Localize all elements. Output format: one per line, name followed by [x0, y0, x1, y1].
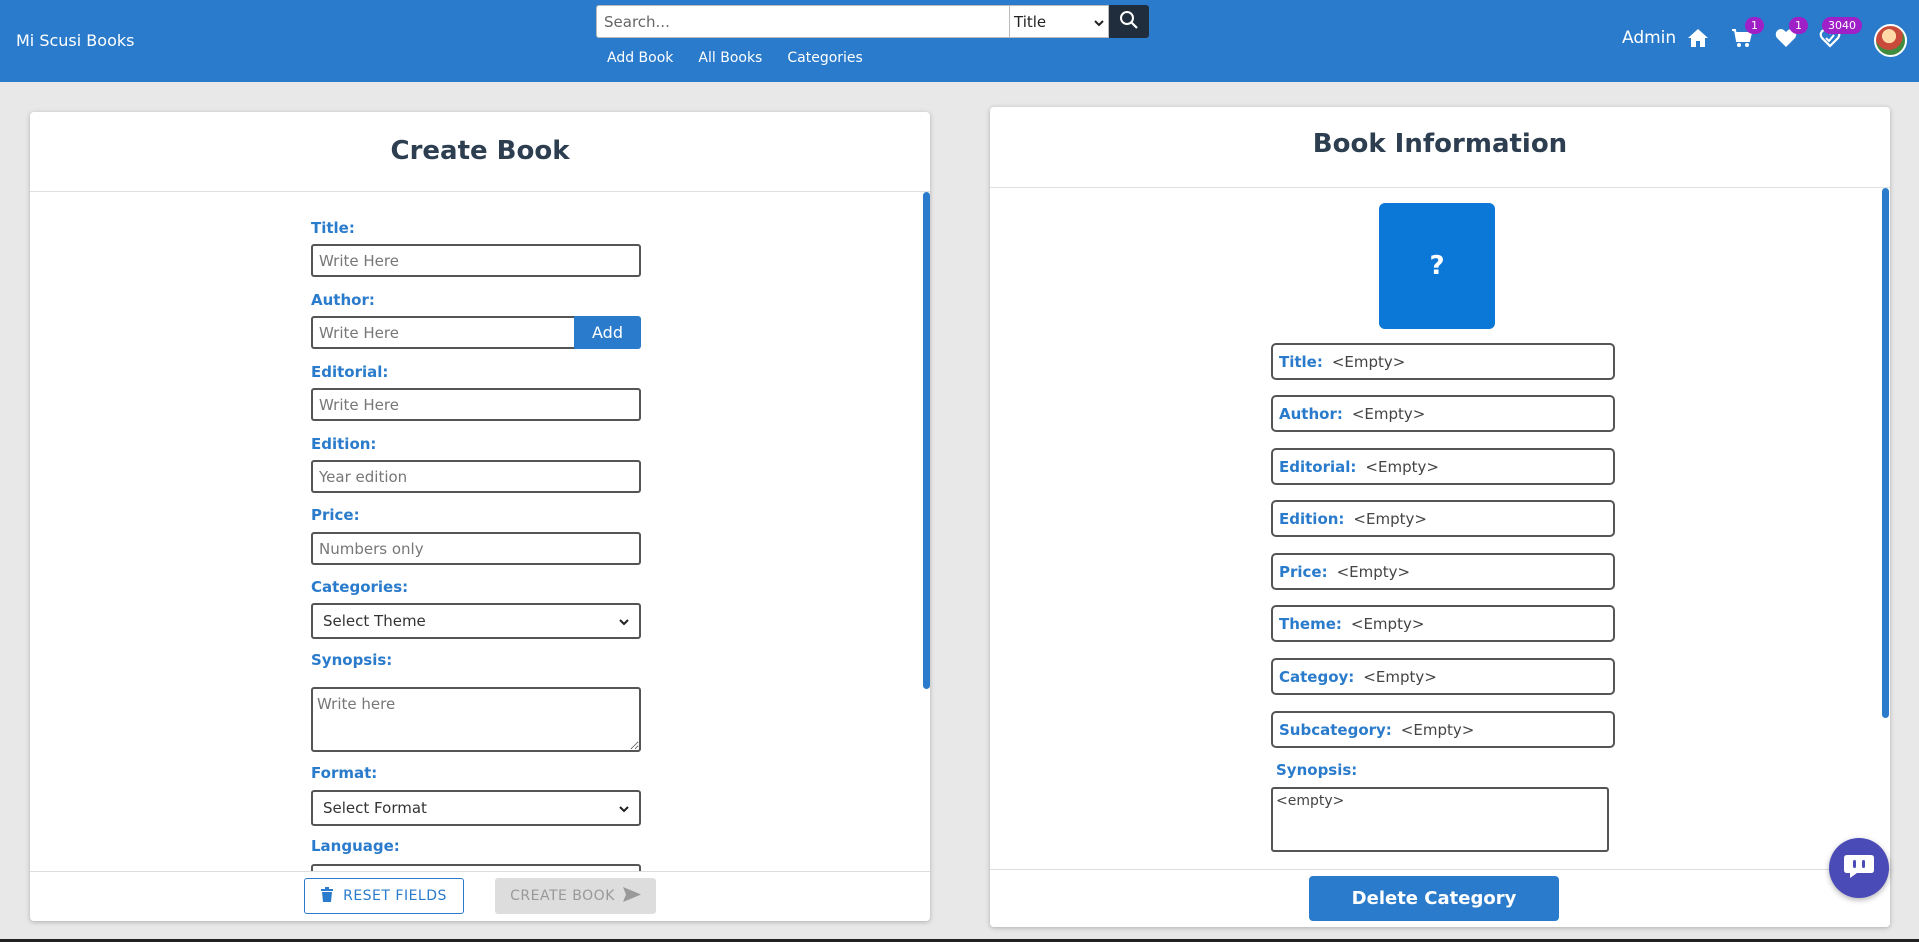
orders-badge: 3040 — [1822, 17, 1862, 34]
info-key: Subcategory: — [1279, 720, 1392, 739]
edition-input[interactable] — [311, 460, 641, 493]
chevron-down-icon — [619, 612, 629, 630]
nav-link-categories[interactable]: Categories — [787, 50, 862, 66]
price-label: Price: — [311, 506, 360, 524]
user-avatar[interactable] — [1874, 24, 1907, 57]
price-input[interactable] — [311, 532, 641, 565]
add-author-button[interactable]: Add — [574, 316, 641, 349]
info-synopsis-box: <empty> — [1271, 787, 1609, 852]
synopsis-textarea[interactable] — [311, 687, 641, 752]
info-field-subcategory: Subcategory: <Empty> — [1271, 711, 1615, 748]
book-information-card: Book Information ? Title: <Empty> Author… — [990, 107, 1890, 927]
search-bar: Title — [596, 5, 1149, 38]
home-icon[interactable] — [1686, 26, 1710, 50]
info-field-editorial: Editorial: <Empty> — [1271, 448, 1615, 485]
info-field-author: Author: <Empty> — [1271, 395, 1615, 432]
wishlist-badge: 1 — [1789, 17, 1808, 34]
nav-link-add-book[interactable]: Add Book — [607, 50, 673, 66]
language-label: Language: — [311, 837, 400, 855]
info-synopsis-label: Synopsis: — [1276, 761, 1358, 779]
title-input[interactable] — [311, 244, 641, 277]
info-key: Edition: — [1279, 509, 1345, 528]
card-divider — [990, 187, 1890, 188]
delete-category-button[interactable]: Delete Category — [1309, 876, 1559, 921]
create-book-card: Create Book Title: Author: Add Editorial… — [30, 112, 930, 921]
categories-select[interactable]: Select Theme — [311, 603, 641, 639]
chat-icon — [1843, 853, 1875, 883]
search-icon — [1119, 10, 1139, 34]
info-field-category: Categoy: <Empty> — [1271, 658, 1615, 695]
synopsis-label: Synopsis: — [311, 651, 393, 669]
info-value: <Empty> — [1353, 509, 1427, 528]
info-key: Theme: — [1279, 614, 1342, 633]
form-footer: RESET FIELDS CREATE BOOK — [30, 871, 930, 921]
edition-label: Edition: — [311, 435, 377, 453]
editorial-input[interactable] — [311, 388, 641, 421]
cart-badge: 1 — [1745, 17, 1764, 34]
info-key: Title: — [1279, 352, 1323, 371]
user-name[interactable]: Admin — [1622, 28, 1676, 48]
categories-label: Categories: — [311, 578, 409, 596]
form-scrollbar[interactable] — [923, 192, 930, 689]
nav-link-all-books[interactable]: All Books — [698, 50, 762, 66]
create-book-label: CREATE BOOK — [510, 888, 615, 904]
trash-icon — [321, 886, 334, 906]
info-field-title: Title: <Empty> — [1271, 343, 1615, 380]
chat-button[interactable] — [1829, 838, 1889, 898]
search-type-select[interactable]: Title — [1009, 5, 1109, 38]
author-input[interactable] — [311, 316, 577, 349]
search-type-value: Title — [1014, 12, 1047, 31]
top-navbar: Mi Scusi Books Title Add Book All Books … — [0, 0, 1919, 82]
reset-fields-label: RESET FIELDS — [343, 888, 447, 904]
info-scrollbar[interactable] — [1882, 188, 1889, 718]
editorial-label: Editorial: — [311, 363, 389, 381]
info-value: <Empty> — [1351, 404, 1426, 423]
categories-select-value: Select Theme — [323, 612, 426, 630]
info-field-price: Price: <Empty> — [1271, 553, 1615, 590]
card-divider — [30, 191, 930, 192]
chevron-down-icon — [1094, 13, 1104, 31]
create-book-title: Create Book — [390, 136, 570, 166]
format-select-value: Select Format — [323, 799, 427, 817]
brand-name[interactable]: Mi Scusi Books — [16, 31, 134, 50]
title-label: Title: — [311, 219, 355, 237]
info-value: <Empty> — [1365, 457, 1439, 476]
book-information-title: Book Information — [1312, 129, 1568, 159]
card-footer-divider — [990, 869, 1890, 870]
create-book-button[interactable]: CREATE BOOK — [495, 878, 656, 914]
info-key: Categoy: — [1279, 667, 1355, 686]
search-input[interactable] — [596, 5, 1009, 38]
send-icon — [622, 886, 641, 906]
info-value: <Empty> — [1331, 352, 1406, 371]
info-value: <Empty> — [1350, 614, 1425, 633]
info-key: Editorial: — [1279, 457, 1357, 476]
info-key: Price: — [1279, 562, 1328, 581]
info-field-theme: Theme: <Empty> — [1271, 605, 1615, 642]
nav-links: Add Book All Books Categories — [607, 50, 863, 66]
format-label: Format: — [311, 764, 378, 782]
book-cover-placeholder: ? — [1379, 203, 1495, 329]
info-value: <Empty> — [1363, 667, 1437, 686]
format-select[interactable]: Select Format — [311, 790, 641, 826]
info-field-edition: Edition: <Empty> — [1271, 500, 1615, 537]
reset-fields-button[interactable]: RESET FIELDS — [304, 878, 464, 914]
info-value: <Empty> — [1336, 562, 1411, 581]
author-label: Author: — [311, 291, 375, 309]
search-button[interactable] — [1109, 5, 1149, 38]
info-value: <Empty> — [1400, 720, 1475, 739]
info-key: Author: — [1279, 404, 1343, 423]
chevron-down-icon — [619, 799, 629, 817]
